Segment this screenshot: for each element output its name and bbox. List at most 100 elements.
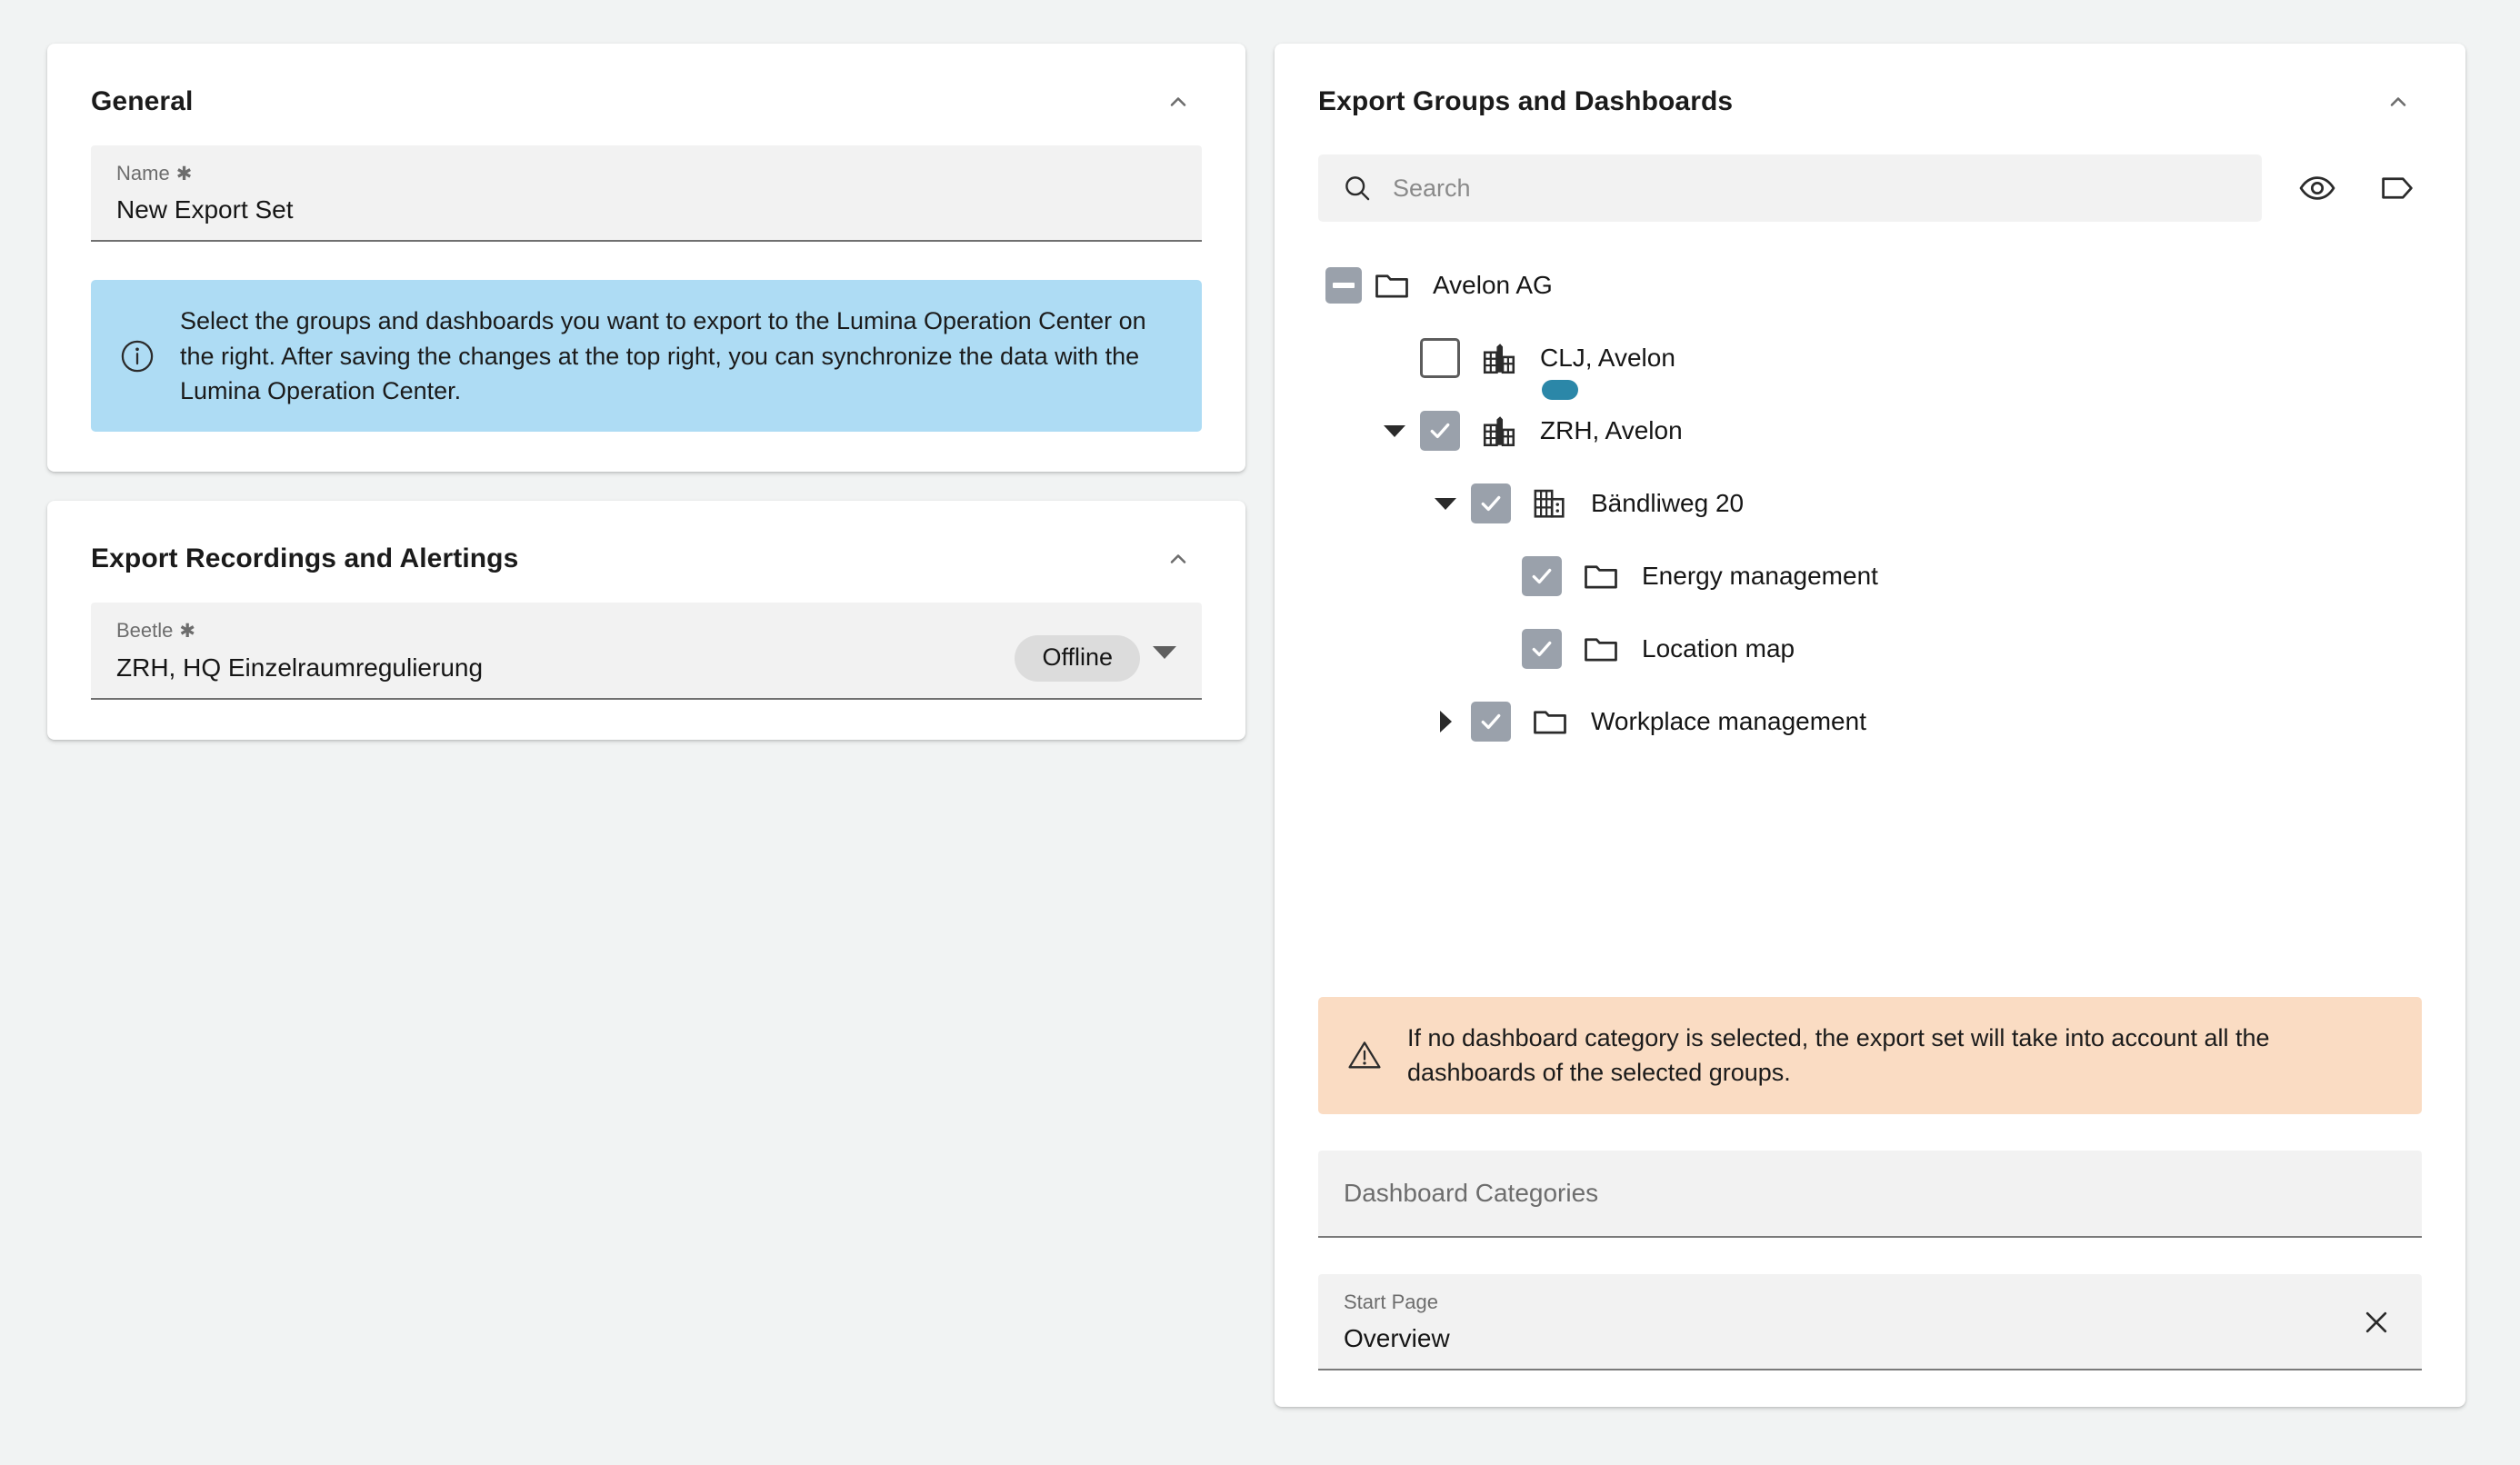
tree-node-label: Energy management [1642, 562, 1878, 590]
tree-row[interactable]: ZRH, Avelon [1318, 394, 2422, 467]
tree-node-checkbox[interactable] [1471, 702, 1511, 742]
chevron-up-icon [1170, 97, 1186, 106]
tree-node-label: CLJ, Avelon [1540, 344, 1675, 400]
tree-node-label-text: CLJ, Avelon [1540, 344, 1675, 372]
folder-icon [1578, 553, 1624, 599]
tree-row[interactable]: Avelon AG [1318, 249, 2422, 322]
search-row: Search [1318, 154, 2422, 222]
left-column: General Name ✱ New Export Set Select the… [47, 44, 1245, 740]
required-asterisk-icon: ✱ [179, 621, 195, 643]
check-icon [1532, 568, 1552, 584]
info-banner-text: Select the groups and dashboards you wan… [180, 307, 1146, 405]
search-placeholder: Search [1393, 174, 1471, 202]
tag-filter-button[interactable] [2373, 164, 2422, 213]
general-panel-body: Name ✱ New Export Set Select the groups … [47, 135, 1245, 472]
start-page-label: Start Page [1344, 1290, 1438, 1313]
general-panel-title: General [91, 86, 194, 116]
export-recordings-panel-title: Export Recordings and Alertings [91, 543, 519, 574]
tree-node-label: ZRH, Avelon [1540, 416, 1683, 444]
export-recordings-panel-header: Export Recordings and Alertings [47, 501, 1245, 592]
minus-box-icon [1325, 267, 1362, 304]
tree-node-label: Location map [1642, 634, 1795, 663]
export-groups-panel-body: Search Avelon AG CLJ, Avelon ZRH, Avelon… [1275, 135, 2465, 1407]
chevron-up-icon [2390, 97, 2406, 106]
name-field-label-text: Name [116, 162, 170, 184]
tree-node-checkbox[interactable] [1420, 411, 1460, 451]
status-badge [1542, 380, 1578, 400]
tree-row[interactable]: CLJ, Avelon [1318, 322, 2422, 400]
tree-expand-toggle[interactable] [1420, 478, 1471, 529]
chevron-up-icon [1170, 554, 1186, 564]
beetle-field[interactable]: Beetle ✱ ZRH, HQ Einzelraumregulierung O… [91, 603, 1202, 700]
export-recordings-collapse-button[interactable] [1155, 535, 1202, 583]
start-page-value: Overview [1344, 1324, 1450, 1352]
tree-node-label: Bändliweg 20 [1591, 489, 1745, 517]
tree-node-checkbox[interactable] [1420, 338, 1460, 378]
tree-expand-spacer [1369, 333, 1420, 384]
triangle-right-icon [1439, 711, 1452, 732]
beetle-status-badge[interactable]: Offline [1015, 635, 1140, 683]
tree-node-checkbox[interactable] [1522, 556, 1562, 596]
name-field[interactable]: Name ✱ New Export Set [91, 145, 1202, 243]
group-tree: Avelon AG CLJ, Avelon ZRH, Avelon Bändli… [1318, 249, 2422, 758]
name-field-value: New Export Set [116, 195, 294, 224]
tree-expand-toggle[interactable] [1369, 405, 1420, 456]
info-banner: Select the groups and dashboards you wan… [91, 280, 1202, 433]
check-icon [1481, 495, 1501, 512]
triangle-down-icon [1384, 424, 1405, 437]
city-icon [1476, 335, 1522, 381]
close-icon [2365, 1311, 2387, 1332]
tree-row[interactable]: Workplace management [1318, 685, 2422, 758]
start-page-clear-button[interactable] [2356, 1302, 2396, 1342]
tree-expand-toggle[interactable] [1318, 260, 1369, 311]
export-recordings-panel: Export Recordings and Alertings Beetle ✱ [47, 501, 1245, 740]
building-icon [1527, 481, 1573, 526]
dashboard-categories-field[interactable]: Dashboard Categories [1318, 1150, 2422, 1238]
beetle-field-label: Beetle ✱ [116, 619, 483, 643]
visibility-toggle-button[interactable] [2293, 164, 2342, 213]
warning-banner-text: If no dashboard category is selected, th… [1407, 1023, 2270, 1087]
search-input[interactable]: Search [1318, 154, 2262, 222]
general-panel: General Name ✱ New Export Set Select the… [47, 44, 1245, 473]
tree-node-checkbox[interactable] [1522, 629, 1562, 669]
check-icon [1430, 423, 1450, 439]
warning-banner: If no dashboard category is selected, th… [1318, 996, 2422, 1114]
general-collapse-button[interactable] [1155, 78, 1202, 125]
required-asterisk-icon: ✱ [175, 163, 193, 184]
tag-icon [2382, 177, 2413, 199]
tree-node-label: Workplace management [1591, 707, 1866, 735]
check-icon [1481, 713, 1501, 730]
folder-icon [1578, 626, 1624, 672]
tree-expand-toggle[interactable] [1420, 696, 1471, 747]
beetle-field-value: ZRH, HQ Einzelraumregulierung [116, 653, 484, 682]
export-groups-panel-title: Export Groups and Dashboards [1318, 86, 1734, 116]
check-icon [1532, 641, 1552, 657]
export-groups-panel-header: Export Groups and Dashboards [1275, 44, 2465, 135]
general-panel-header: General [47, 44, 1245, 135]
info-circle-icon [121, 340, 154, 373]
search-icon [1345, 176, 1370, 201]
dashboard-categories-placeholder: Dashboard Categories [1344, 1179, 1599, 1208]
tree-row[interactable]: Location map [1318, 613, 2422, 685]
export-groups-panel: Export Groups and Dashboards Search Avel… [1275, 44, 2465, 1407]
folder-icon [1369, 263, 1415, 308]
tree-expand-spacer [1471, 623, 1522, 674]
caret-down-icon[interactable] [1153, 645, 1176, 659]
beetle-field-label-text: Beetle [116, 619, 174, 643]
bottom-fields: If no dashboard category is selected, th… [1318, 996, 2422, 1370]
tree-node-label: Avelon AG [1433, 271, 1553, 299]
folder-icon [1527, 699, 1573, 744]
tree-row[interactable]: Bändliweg 20 [1318, 467, 2422, 540]
warning-triangle-icon [1348, 1041, 1381, 1069]
city-icon [1476, 408, 1522, 453]
right-column: Export Groups and Dashboards Search Avel… [1275, 44, 2465, 1421]
tree-row[interactable]: Energy management [1318, 540, 2422, 613]
name-field-label: Name ✱ [116, 162, 1176, 185]
start-page-field[interactable]: Start Page Overview [1318, 1273, 2422, 1370]
triangle-down-icon [1435, 497, 1456, 510]
export-groups-collapse-button[interactable] [2375, 78, 2422, 125]
export-set-editor-page: General Name ✱ New Export Set Select the… [0, 0, 2520, 1465]
tree-node-checkbox[interactable] [1471, 483, 1511, 523]
eye-icon [2299, 176, 2335, 200]
